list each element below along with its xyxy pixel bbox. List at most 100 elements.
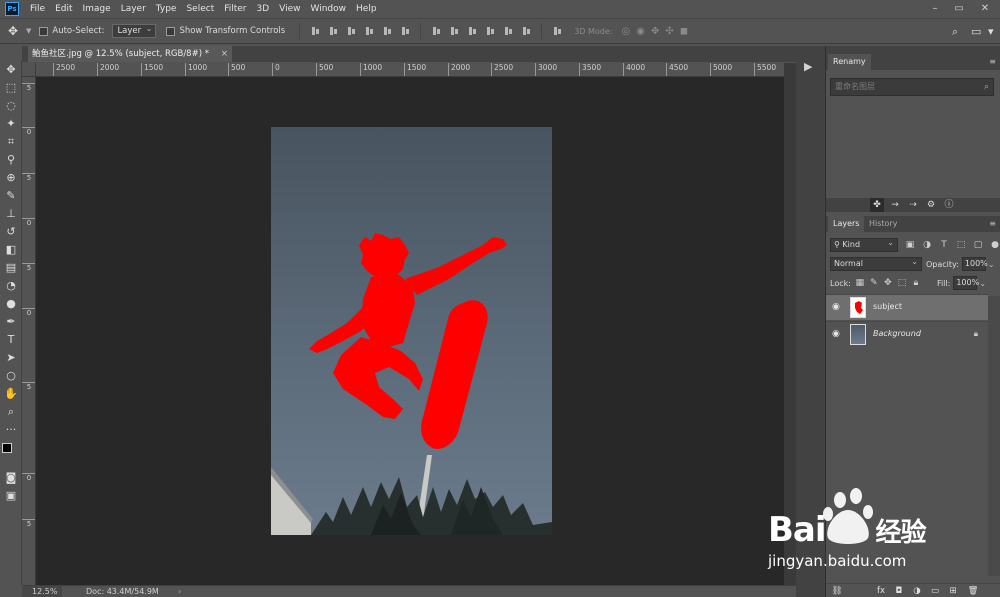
adjustment-filter-icon[interactable]: ◑ — [922, 240, 932, 250]
menu-file[interactable]: File — [25, 0, 50, 18]
panel-menu-icon[interactable]: ≡ — [989, 54, 996, 70]
type-tool-icon[interactable]: T — [0, 331, 22, 349]
document-tab[interactable]: 鲐鱼社区.jpg @ 12.5% (subject, RGB/8#) * × — [28, 46, 232, 62]
align-left-icon[interactable] — [364, 26, 374, 36]
screen-mode-icon[interactable]: ▣ — [0, 487, 22, 505]
hand-tool-icon[interactable]: ✋ — [0, 385, 22, 403]
lock-all-icon[interactable]: 🔒︎ — [911, 278, 921, 288]
close-window-button[interactable]: ✕ — [974, 0, 996, 18]
menu-edit[interactable]: Edit — [50, 0, 77, 18]
eraser-tool-icon[interactable]: ◧ — [0, 241, 22, 259]
menu-window[interactable]: Window — [306, 0, 352, 18]
distribute-vcenter-icon[interactable] — [449, 26, 459, 36]
marquee-tool-icon[interactable]: ⬚ — [0, 79, 22, 97]
fx-icon[interactable]: fx — [874, 584, 888, 597]
tab-renamy[interactable]: Renamy — [828, 54, 871, 70]
tab-history[interactable]: History — [864, 216, 902, 232]
opacity-field[interactable]: 100% — [961, 257, 988, 271]
type-filter-icon[interactable]: T — [939, 240, 949, 250]
kind-filter-select[interactable]: ⚲ Kind — [830, 237, 898, 252]
shape-tool-icon[interactable]: ○ — [0, 367, 22, 385]
layers-scrollbar[interactable] — [988, 296, 1000, 576]
gradient-tool-icon[interactable]: ▤ — [0, 259, 22, 277]
more-tools-icon[interactable]: ··· — [0, 421, 22, 439]
close-tab-icon[interactable]: × — [221, 46, 228, 62]
blur-tool-icon[interactable]: ◔ — [0, 277, 22, 295]
menu-type[interactable]: Type — [151, 0, 182, 18]
lasso-tool-icon[interactable]: ◌ — [0, 97, 22, 115]
3d-pan-icon[interactable]: ✥ — [651, 26, 659, 37]
lock-position-icon[interactable]: ✥ — [883, 278, 893, 288]
eyedropper-tool-icon[interactable]: ⚲ — [0, 151, 22, 169]
lock-image-icon[interactable]: ✎ — [869, 278, 879, 288]
vertical-ruler[interactable]: 5 0 5 0 5 0 5 0 5 — [22, 77, 36, 585]
quick-mask-icon[interactable]: ◙ — [0, 469, 22, 487]
tool-preset-caret-icon[interactable]: ▼ — [26, 27, 31, 35]
search-icon[interactable]: ⌕ — [952, 19, 958, 45]
workspace-icon[interactable]: ▭ — [971, 19, 981, 45]
pixel-filter-icon[interactable]: ▣ — [905, 240, 915, 250]
document-image[interactable] — [271, 127, 552, 535]
align-bottom-icon[interactable] — [346, 26, 356, 36]
menu-filter[interactable]: Filter — [219, 0, 251, 18]
clone-stamp-tool-icon[interactable]: ⊥ — [0, 205, 22, 223]
brush-tool-icon[interactable]: ✎ — [0, 187, 22, 205]
align-top-icon[interactable] — [310, 26, 320, 36]
play-actions-icon[interactable]: ▶ — [804, 60, 812, 73]
tab-layers[interactable]: Layers — [828, 216, 865, 232]
menu-image[interactable]: Image — [78, 0, 116, 18]
zoom-level-field[interactable]: 12.5% — [22, 586, 62, 597]
distribute-left-icon[interactable] — [485, 26, 495, 36]
delete-layer-icon[interactable]: 🗑︎ — [966, 584, 980, 597]
new-layer-icon[interactable]: ⊞ — [946, 584, 960, 597]
arrow-right-icon[interactable]: → — [888, 198, 902, 212]
menu-select[interactable]: Select — [181, 0, 219, 18]
link-layers-icon[interactable]: ⛓ — [830, 584, 844, 597]
3d-orbit-icon[interactable]: ◎ — [622, 26, 631, 37]
filter-toggle-icon[interactable]: ● — [990, 240, 1000, 250]
panel-menu-icon[interactable]: ≡ — [989, 216, 996, 232]
3d-slide-icon[interactable]: ✣ — [665, 26, 673, 37]
fill-field[interactable]: 100% — [953, 276, 979, 290]
info-icon[interactable]: ⓘ — [942, 198, 956, 212]
layer-name[interactable]: subject — [873, 302, 902, 311]
pen-tool-icon[interactable]: ✒ — [0, 313, 22, 331]
menu-3d[interactable]: 3D — [252, 0, 275, 18]
fill-caret-icon[interactable]: ⌄ — [979, 279, 986, 288]
ruler-corner[interactable] — [22, 63, 36, 77]
align-right-icon[interactable] — [400, 26, 410, 36]
visibility-eye-icon[interactable]: ◉ — [832, 329, 840, 339]
show-transform-checkbox[interactable] — [166, 26, 176, 36]
opacity-caret-icon[interactable]: ⌄ — [988, 260, 995, 269]
search-icon[interactable]: ⌕ — [984, 79, 989, 95]
blend-mode-select[interactable]: Normal — [830, 256, 922, 271]
foreground-color-swatch[interactable] — [2, 443, 12, 453]
auto-select-target-select[interactable]: Layer — [112, 23, 157, 38]
distribute-hcenter-icon[interactable] — [503, 26, 513, 36]
distribute-bottom-icon[interactable] — [467, 26, 477, 36]
auto-select-checkbox[interactable] — [39, 26, 49, 36]
horizontal-ruler[interactable]: 2500 2000 1500 1000 500 0 500 1000 1500 … — [36, 63, 784, 77]
settings-icon[interactable]: ⚙ — [924, 198, 938, 212]
zoom-tool-icon[interactable]: ⌕ — [0, 403, 22, 421]
layer-row-background[interactable]: ◉ Background 🔒︎ — [826, 321, 988, 347]
path-selection-tool-icon[interactable]: ➤ — [0, 349, 22, 367]
auto-align-icon[interactable] — [552, 26, 562, 36]
distribute-top-icon[interactable] — [431, 26, 441, 36]
3d-roll-icon[interactable]: ◉ — [636, 26, 645, 37]
layer-row-subject[interactable]: ◉ subject — [826, 294, 988, 320]
align-hcenter-icon[interactable] — [382, 26, 392, 36]
lock-artboard-icon[interactable]: ⬚ — [897, 278, 907, 288]
export-icon[interactable]: ⇢ — [906, 198, 920, 212]
distribute-right-icon[interactable] — [521, 26, 531, 36]
smart-object-filter-icon[interactable]: ▢ — [973, 240, 983, 250]
healing-brush-tool-icon[interactable]: ⊕ — [0, 169, 22, 187]
menu-view[interactable]: View — [274, 0, 305, 18]
workspace-caret-icon[interactable]: ▾ — [988, 19, 994, 45]
lock-transparent-icon[interactable]: ▦ — [855, 278, 865, 288]
move-tool-icon[interactable]: ✥ — [0, 61, 22, 79]
new-group-icon[interactable]: ▭ — [928, 584, 942, 597]
plugin-icon[interactable]: ✤ — [870, 198, 884, 212]
visibility-eye-icon[interactable]: ◉ — [832, 302, 840, 312]
layer-name[interactable]: Background — [873, 329, 921, 338]
